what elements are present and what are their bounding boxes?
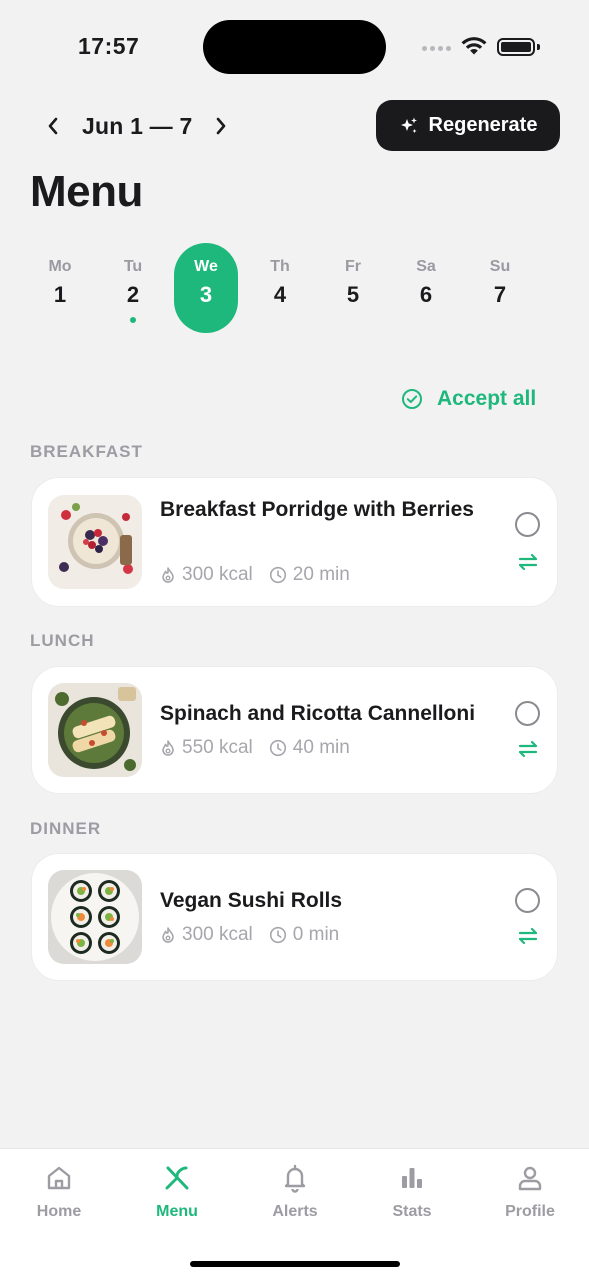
porridge-bowl-image: [48, 495, 142, 589]
time-info: 20 min: [269, 564, 350, 586]
clock-icon: [269, 739, 286, 757]
swap-icon[interactable]: [516, 926, 540, 946]
sparkles-icon: [400, 117, 417, 133]
status-time: 17:57: [78, 33, 140, 59]
calories-value: 300 kcal: [182, 564, 253, 585]
section-label-lunch: LUNCH: [30, 631, 95, 650]
check-circle-icon: [402, 389, 422, 409]
day-strip: Mo 1 Tu 2 We 3 Th 4 Fr 5 Sa 6 Su 7: [24, 243, 574, 335]
swap-icon[interactable]: [516, 739, 540, 759]
clock-icon: [269, 926, 286, 944]
calories-info: 300 kcal: [160, 564, 253, 586]
meal-accept-checkbox[interactable]: [515, 888, 540, 913]
meal-card-dinner[interactable]: Vegan Sushi Rolls 300 kcal 0 min: [31, 853, 558, 981]
home-indicator: [190, 1261, 400, 1267]
meal-meta: 300 kcal 0 min: [160, 924, 355, 946]
wifi-icon: [461, 37, 487, 55]
day-th[interactable]: Th 4: [248, 243, 312, 333]
battery-tip: [537, 44, 540, 50]
section-label-breakfast: BREAKFAST: [30, 442, 143, 461]
chevron-right-icon: [217, 117, 226, 135]
flame-icon: [162, 927, 174, 943]
calories-info: 550 kcal: [160, 737, 253, 759]
day-number: 2: [126, 282, 140, 307]
page-title: Menu: [30, 167, 143, 216]
day-fr[interactable]: Fr 5: [321, 243, 385, 333]
calories-value: 550 kcal: [182, 737, 253, 758]
day-abbr: Th: [270, 258, 290, 275]
tab-label: Profile: [505, 1203, 555, 1220]
day-abbr: Sa: [416, 258, 436, 275]
day-number: 1: [53, 282, 67, 307]
day-abbr: Fr: [345, 258, 361, 275]
meal-title: Vegan Sushi Rolls: [160, 889, 343, 912]
day-sa[interactable]: Sa 6: [394, 243, 458, 333]
chevron-left-icon: [48, 117, 58, 135]
day-number: 7: [493, 282, 507, 307]
meal-meta: 550 kcal 40 min: [160, 737, 366, 759]
time-info: 40 min: [269, 737, 350, 759]
flame-icon: [162, 567, 174, 583]
tab-stats[interactable]: Stats: [362, 1161, 462, 1231]
day-mo[interactable]: Mo 1: [28, 243, 92, 333]
week-range-label: Jun 1 — 7: [82, 112, 193, 139]
meal-card-breakfast[interactable]: Breakfast Porridge with Berries 300 kcal…: [31, 477, 558, 607]
home-icon: [47, 1166, 71, 1190]
bar-chart-icon: [402, 1168, 422, 1188]
tab-label: Menu: [156, 1203, 198, 1220]
tab-menu[interactable]: Menu: [127, 1161, 227, 1231]
previous-week-button[interactable]: [40, 104, 66, 148]
regenerate-label: Regenerate: [428, 114, 538, 136]
meal-accept-checkbox[interactable]: [515, 701, 540, 726]
day-number: 4: [273, 282, 287, 307]
calories-value: 300 kcal: [182, 924, 253, 945]
tab-label: Alerts: [272, 1203, 318, 1220]
day-abbr: Su: [489, 258, 511, 275]
time-value: 40 min: [292, 737, 350, 758]
calories-info: 300 kcal: [160, 924, 253, 946]
day-su[interactable]: Su 7: [468, 243, 532, 333]
accept-all-button[interactable]: Accept all: [401, 382, 536, 416]
tab-label: Home: [36, 1203, 82, 1220]
battery-icon: [497, 38, 535, 56]
day-we[interactable]: We 3: [174, 243, 238, 333]
day-abbr: Tu: [123, 258, 143, 275]
tab-label: Stats: [392, 1203, 432, 1220]
cellular-signal-icon: [422, 46, 452, 54]
meal-title: Breakfast Porridge with Berries: [160, 498, 474, 521]
clock-icon: [269, 566, 286, 584]
time-value: 20 min: [292, 564, 350, 585]
day-tu[interactable]: Tu 2: [101, 243, 165, 333]
tab-alerts[interactable]: Alerts: [245, 1161, 345, 1231]
regenerate-button[interactable]: Regenerate: [376, 100, 560, 151]
day-abbr: Mo: [48, 258, 72, 275]
dynamic-island: [203, 20, 386, 74]
meal-accept-checkbox[interactable]: [515, 512, 540, 537]
time-value: 0 min: [292, 924, 340, 945]
cannelloni-plate-image: [48, 683, 142, 777]
day-abbr: We: [194, 258, 218, 275]
swap-icon[interactable]: [516, 552, 540, 572]
section-label-dinner: DINNER: [30, 819, 102, 838]
day-number: 6: [419, 282, 433, 307]
flame-icon: [162, 740, 174, 756]
tab-home[interactable]: Home: [9, 1161, 109, 1231]
meal-title: Spinach and Ricotta Cannelloni: [160, 702, 476, 725]
day-number: 5: [346, 282, 360, 307]
time-info: 0 min: [269, 924, 339, 946]
tab-profile[interactable]: Profile: [480, 1161, 580, 1231]
fork-knife-icon: [165, 1166, 189, 1190]
next-week-button[interactable]: [208, 104, 234, 148]
status-bar: 17:57: [0, 0, 589, 90]
day-indicator-dot: [130, 317, 136, 323]
week-navigator: Jun 1 — 7: [40, 104, 234, 148]
day-number: 3: [199, 282, 213, 307]
meal-card-lunch[interactable]: Spinach and Ricotta Cannelloni 550 kcal …: [31, 666, 558, 794]
bell-icon: [284, 1164, 306, 1193]
user-icon: [518, 1166, 542, 1191]
sushi-plate-image: [48, 870, 142, 964]
meal-meta: 300 kcal 20 min: [160, 564, 366, 586]
accept-all-label: Accept all: [437, 387, 537, 410]
